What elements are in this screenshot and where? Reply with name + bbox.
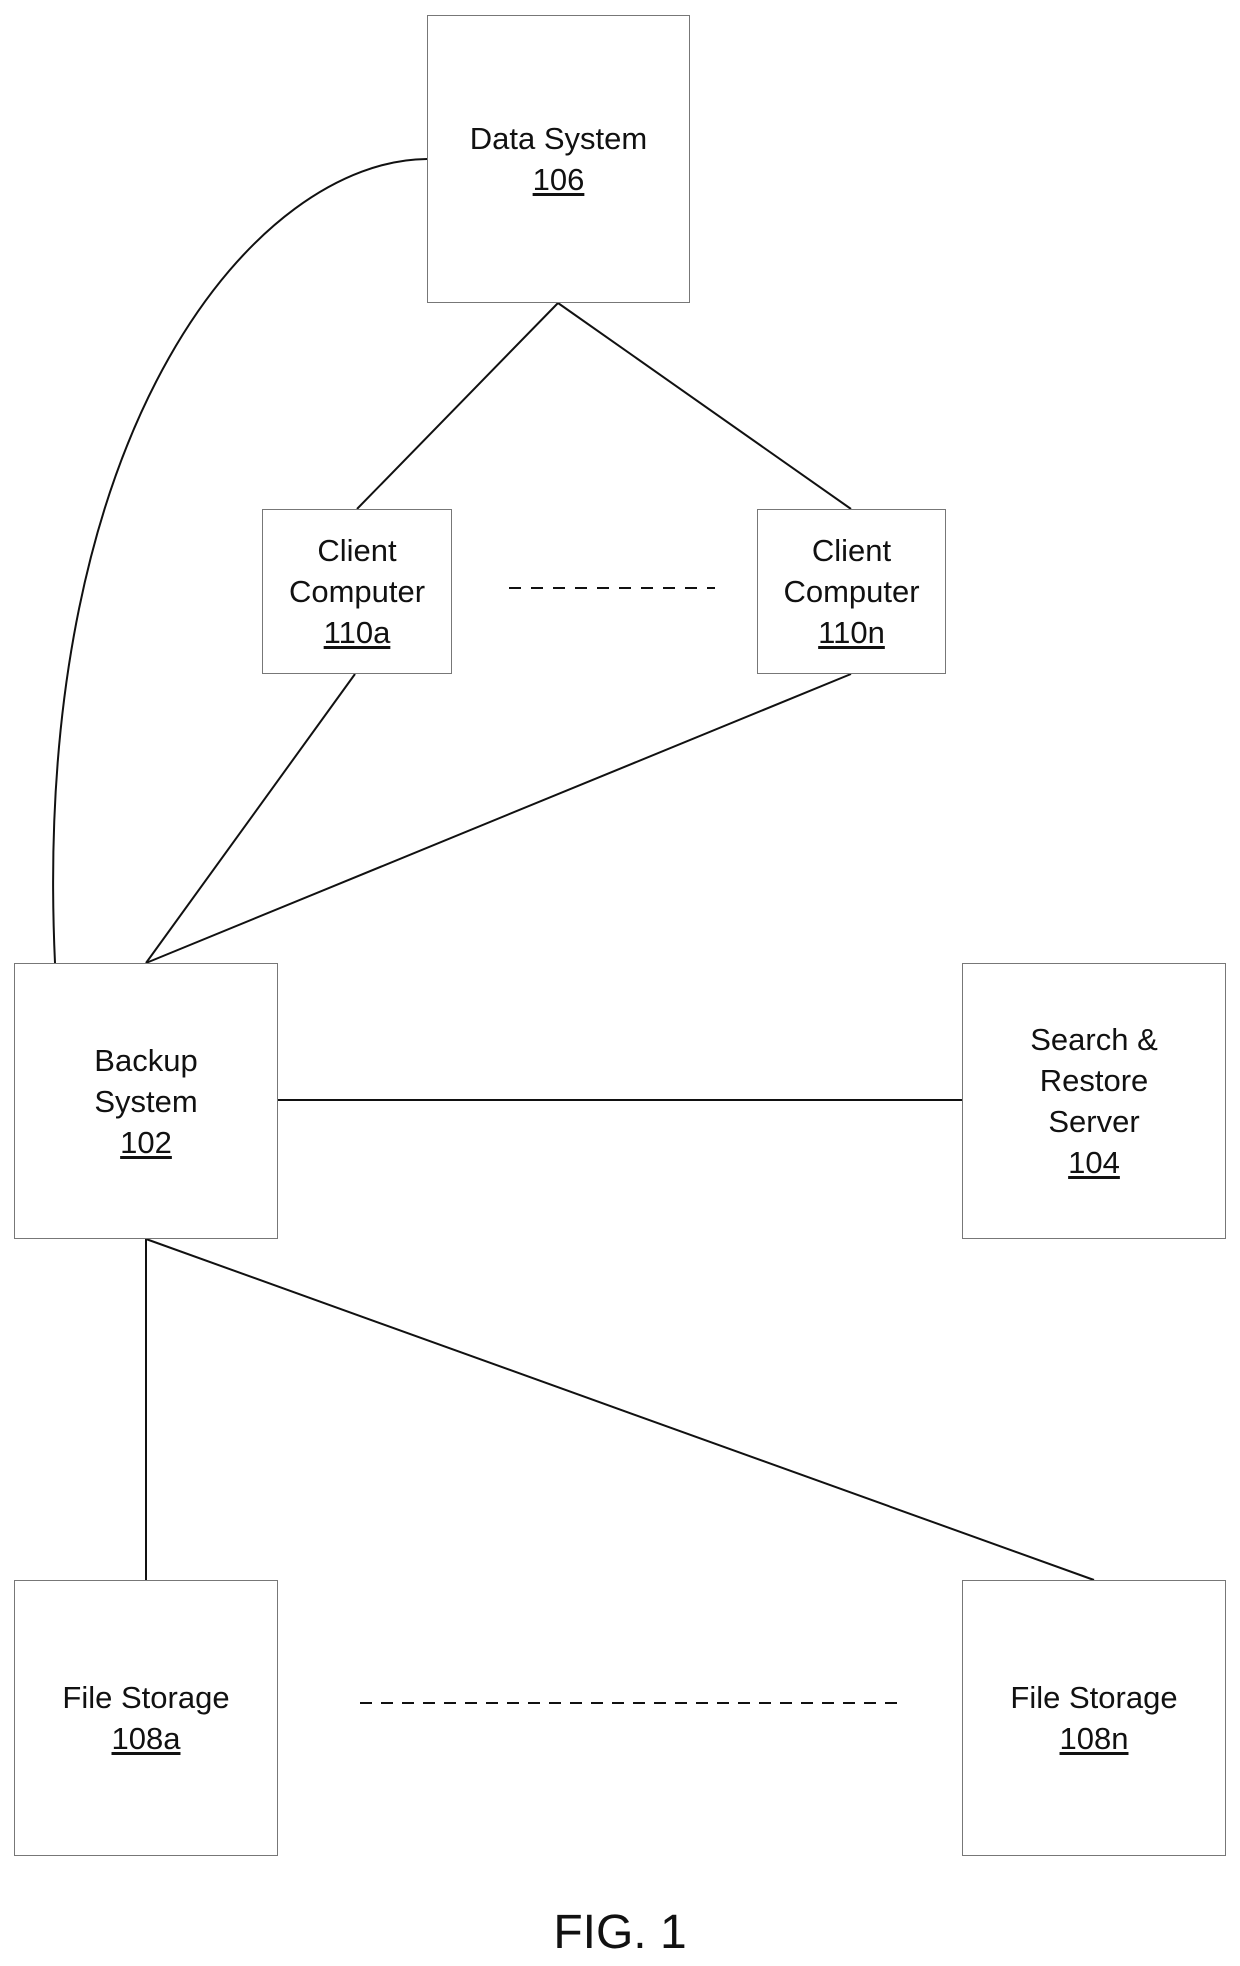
search-label-line2: Restore [1039,1063,1149,1098]
line-client-n-to-backup [145,673,852,964]
client-computer-a-node: Client Computer 110a [262,509,452,674]
storage-n-label: File Storage [1010,1680,1178,1715]
client-n-label-line2: Computer [783,574,920,609]
data-system-ref: 106 [532,162,585,197]
client-a-label-line2: Computer [288,574,426,609]
figure-caption: FIG. 1 [553,1906,687,1959]
backup-system-node: Backup System 102 [14,963,278,1239]
client-a-label-line1: Client [317,533,397,568]
search-label-line3: Server [1048,1104,1140,1139]
client-n-label-line1: Client [811,533,892,568]
client-computer-n-node: Client Computer 110n [757,509,946,674]
file-storage-a-node: File Storage 108a [14,1580,278,1856]
file-storage-n-node: File Storage 108n [962,1580,1226,1856]
storage-n-ref: 108n [1059,1721,1129,1756]
backup-label-line2: System [94,1083,198,1119]
line-data-system-to-client-a [356,302,559,510]
storage-a-label: File Storage [62,1680,230,1715]
data-system-node: Data System 106 [427,15,690,303]
data-system-label: Data System [469,121,648,156]
client-n-ref: 110n [818,615,885,650]
line-backup-to-storage-n [145,1238,1095,1581]
backup-label-line1: Backup [94,1042,198,1078]
search-restore-server-node: Search & Restore Server 104 [962,963,1226,1239]
search-ref: 104 [1068,1145,1120,1180]
storage-a-ref: 108a [111,1721,181,1756]
line-data-system-to-client-n [557,302,852,510]
search-label-line1: Search & [1030,1022,1158,1057]
backup-ref: 102 [120,1124,172,1160]
client-a-ref: 110a [323,615,391,650]
